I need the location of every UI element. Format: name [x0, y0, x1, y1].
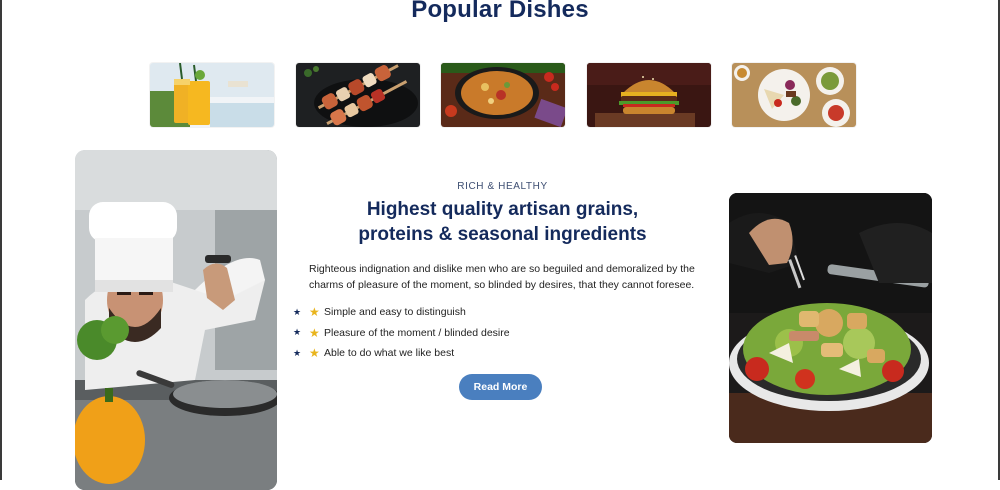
dish-thumb-platter[interactable] [732, 63, 856, 127]
feature-item: ★ ★ Pleasure of the moment / blinded des… [293, 323, 720, 344]
dish-thumb-burger[interactable] [587, 63, 711, 127]
dish-thumb-drinks[interactable] [150, 63, 274, 127]
burger-icon [587, 63, 711, 127]
star-icon: ★ [309, 325, 320, 340]
feature-item-label: Able to do what we like best [324, 347, 455, 360]
feature-body: Righteous indignation and dislike men wh… [309, 263, 695, 291]
bullet-star-icon: ★ [293, 327, 302, 338]
skewers-icon [296, 63, 420, 127]
star-icon: ★ [309, 346, 320, 361]
window-edge-left [0, 0, 2, 480]
feature-item: ★ ★ Simple and easy to distinguish [293, 302, 720, 323]
platter-icon [732, 63, 856, 127]
drinks-icon [150, 63, 274, 127]
read-more-button[interactable]: Read More [459, 373, 542, 400]
salad-photo [729, 193, 932, 443]
bullet-star-icon: ★ [293, 347, 302, 358]
feature-item: ★ ★ Able to do what we like best [293, 343, 720, 364]
chef-photo [75, 150, 277, 490]
feature-item-label: Simple and easy to distinguish [324, 306, 466, 319]
feature-headline: Highest quality artisan grains, proteins… [358, 199, 647, 245]
dish-thumbnails [150, 63, 856, 127]
paella-icon [441, 63, 565, 127]
dish-thumb-skewers[interactable] [296, 63, 420, 127]
section-eyebrow: RICH & HEALTHY [457, 181, 548, 192]
star-icon: ★ [309, 305, 320, 320]
feature-list: ★ ★ Simple and easy to distinguish ★ ★ P… [285, 302, 720, 364]
bullet-star-icon: ★ [293, 306, 302, 317]
feature-item-label: Pleasure of the moment / blinded desire [324, 326, 510, 339]
section-title: Popular Dishes [411, 0, 589, 23]
feature-content: RICH & HEALTHY Highest quality artisan g… [285, 175, 720, 400]
dish-thumb-paella[interactable] [441, 63, 565, 127]
